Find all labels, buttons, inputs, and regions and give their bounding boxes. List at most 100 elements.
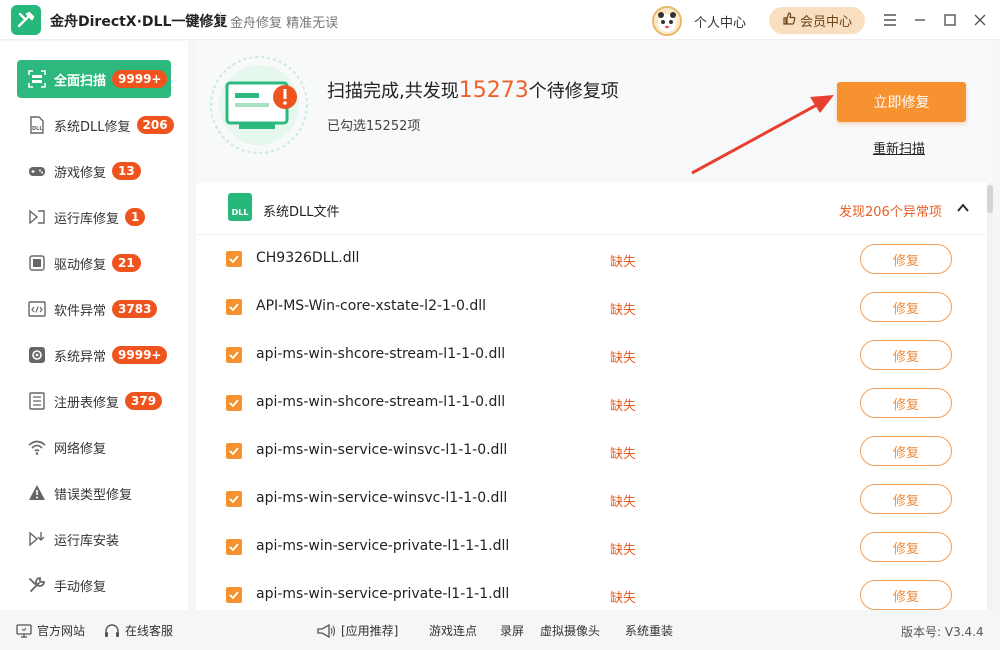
- file-name: CH9326DLL.dll: [256, 250, 360, 266]
- main-panel: 扫描完成,共发现15273个待修复项 已勾选15252项 立即修复 重新扫描 D…: [196, 41, 993, 610]
- minimize-icon[interactable]: [910, 10, 930, 30]
- table-row: api-ms-win-service-private-l1-1-1.dll 缺失…: [196, 571, 986, 610]
- group-title: 系统DLL文件: [263, 205, 340, 220]
- sidebar-item-label: 全面扫描: [54, 73, 107, 89]
- sidebar-item-label: 手动修复: [54, 579, 107, 595]
- file-name: api-ms-win-service-winsvc-l1-1-0.dll: [256, 490, 508, 506]
- table-row: api-ms-win-shcore-stream-l1-1-0.dll 缺失 修…: [196, 379, 986, 427]
- rescan-link[interactable]: 重新扫描: [873, 138, 925, 157]
- row-checkbox[interactable]: [226, 587, 242, 603]
- sidebar-item-registry-repair[interactable]: 注册表修复 379: [17, 382, 171, 420]
- recommend-label: [应用推荐]: [316, 622, 398, 639]
- sidebar-item-game-repair[interactable]: 游戏修复 13: [17, 152, 171, 190]
- list-icon: [27, 391, 47, 411]
- repair-button[interactable]: 修复: [860, 484, 952, 514]
- vip-center-button[interactable]: 会员中心: [769, 7, 865, 34]
- sidebar-item-system-dll[interactable]: DLL 系统DLL修复 206: [17, 106, 174, 144]
- file-name: API-MS-Win-core-xstate-l2-1-0.dll: [256, 298, 487, 314]
- maximize-icon[interactable]: [940, 10, 960, 30]
- official-site-link[interactable]: 官方网站: [16, 622, 85, 639]
- count-badge: 379: [125, 392, 163, 410]
- dll-group-header[interactable]: DLL 系统DLL文件 发现206个异常项: [196, 183, 986, 235]
- chevron-up-icon[interactable]: [956, 201, 970, 215]
- issue-count: 15273: [458, 78, 529, 103]
- menu-icon[interactable]: [880, 10, 900, 30]
- repair-now-button[interactable]: 立即修复: [837, 82, 966, 122]
- file-status: 缺失: [610, 303, 637, 318]
- vip-center-label: 会员中心: [799, 15, 852, 30]
- footer-link-screen-record[interactable]: 录屏: [500, 622, 524, 639]
- sidebar-item-label: 运行库安装: [54, 533, 120, 549]
- count-badge: 206: [136, 116, 174, 134]
- footer-bar: 官方网站 在线客服 [应用推荐] 游戏连点 录屏 虚拟摄像头 系统重装 版本号:…: [0, 610, 1000, 650]
- group-found-count: 发现206个异常项: [839, 205, 942, 220]
- sidebar-item-network-repair[interactable]: 网络修复: [17, 428, 171, 466]
- file-name: api-ms-win-shcore-stream-l1-1-0.dll: [256, 346, 506, 362]
- file-status: 缺失: [610, 447, 637, 462]
- repair-button[interactable]: 修复: [860, 388, 952, 418]
- annotation-arrow-icon: [691, 95, 834, 175]
- file-status: 缺失: [610, 255, 637, 270]
- sidebar-item-manual-repair[interactable]: 手动修复: [17, 566, 171, 604]
- scan-result-text: 扫描完成,共发现15273个待修复项: [327, 78, 619, 103]
- sidebar-item-label: 驱动修复: [54, 257, 107, 273]
- row-checkbox[interactable]: [226, 251, 242, 267]
- monitor-icon: [16, 623, 32, 638]
- sidebar-item-label: 网络修复: [54, 441, 107, 457]
- file-status: 缺失: [610, 591, 637, 606]
- count-badge: 3783: [112, 300, 158, 318]
- warning-icon: [27, 483, 47, 503]
- row-checkbox[interactable]: [226, 347, 242, 363]
- file-status: 缺失: [610, 495, 637, 510]
- row-checkbox[interactable]: [226, 491, 242, 507]
- repair-button[interactable]: 修复: [860, 244, 952, 274]
- sidebar-item-label: 系统DLL修复: [54, 119, 131, 135]
- scan-result-illustration-icon: [210, 56, 308, 154]
- count-badge: 13: [112, 162, 141, 180]
- scan-icon: [27, 69, 47, 89]
- selected-count: 已勾选15252项: [327, 119, 421, 134]
- count-badge: 9999+: [112, 346, 168, 364]
- repair-button[interactable]: 修复: [860, 292, 952, 322]
- file-name: api-ms-win-service-private-l1-1-1.dll: [256, 586, 510, 602]
- count-badge: 1: [125, 208, 146, 226]
- repair-button[interactable]: 修复: [860, 532, 952, 562]
- app-title: 金舟DirectX·DLL一键修复: [50, 14, 228, 30]
- sidebar-item-error-type-repair[interactable]: 错误类型修复: [17, 474, 171, 512]
- row-checkbox[interactable]: [226, 395, 242, 411]
- sidebar-item-system-exception[interactable]: 系统异常 9999+: [17, 336, 171, 374]
- sidebar-item-driver-repair[interactable]: 驱动修复 21: [17, 244, 171, 282]
- sidebar: 全面扫描 9999+ DLL 系统DLL修复 206 游戏修复 13 运行库修复…: [0, 41, 188, 610]
- sidebar-item-runtime-repair[interactable]: 运行库修复 1: [17, 198, 171, 236]
- close-icon[interactable]: [970, 10, 990, 30]
- sidebar-item-label: 系统异常: [54, 349, 107, 365]
- file-status: 缺失: [610, 351, 637, 366]
- scrollbar-thumb[interactable]: [987, 185, 993, 213]
- app-logo-icon: [11, 5, 41, 35]
- footer-link-system-reinstall[interactable]: 系统重装: [625, 622, 673, 639]
- repair-button[interactable]: 修复: [860, 580, 952, 610]
- list-scrollbar[interactable]: [987, 183, 993, 610]
- footer-link-auto-clicker[interactable]: 游戏连点: [429, 622, 477, 639]
- file-status: 缺失: [610, 543, 637, 558]
- driver-icon: [27, 253, 47, 273]
- online-support-link[interactable]: 在线客服: [104, 622, 173, 639]
- repair-button[interactable]: 修复: [860, 340, 952, 370]
- dll-file-list: CH9326DLL.dll 缺失 修复 API-MS-Win-core-xsta…: [196, 235, 986, 610]
- wifi-icon: [27, 437, 47, 457]
- file-name: api-ms-win-service-private-l1-1-1.dll: [256, 538, 510, 554]
- dll-file-icon: DLL: [228, 193, 252, 221]
- personal-center-link[interactable]: 个人中心: [694, 12, 746, 31]
- avatar[interactable]: [652, 6, 682, 36]
- footer-link-virtual-camera[interactable]: 虚拟摄像头: [540, 622, 600, 639]
- code-icon: [27, 299, 47, 319]
- sidebar-item-full-scan[interactable]: 全面扫描 9999+: [17, 60, 171, 98]
- svg-text:DLL: DLL: [32, 126, 43, 132]
- sidebar-item-software-exception[interactable]: 软件异常 3783: [17, 290, 171, 328]
- sidebar-item-runtime-install[interactable]: 运行库安装: [17, 520, 171, 558]
- row-checkbox[interactable]: [226, 299, 242, 315]
- row-checkbox[interactable]: [226, 539, 242, 555]
- repair-button[interactable]: 修复: [860, 436, 952, 466]
- sidebar-item-label: 软件异常: [54, 303, 107, 319]
- row-checkbox[interactable]: [226, 443, 242, 459]
